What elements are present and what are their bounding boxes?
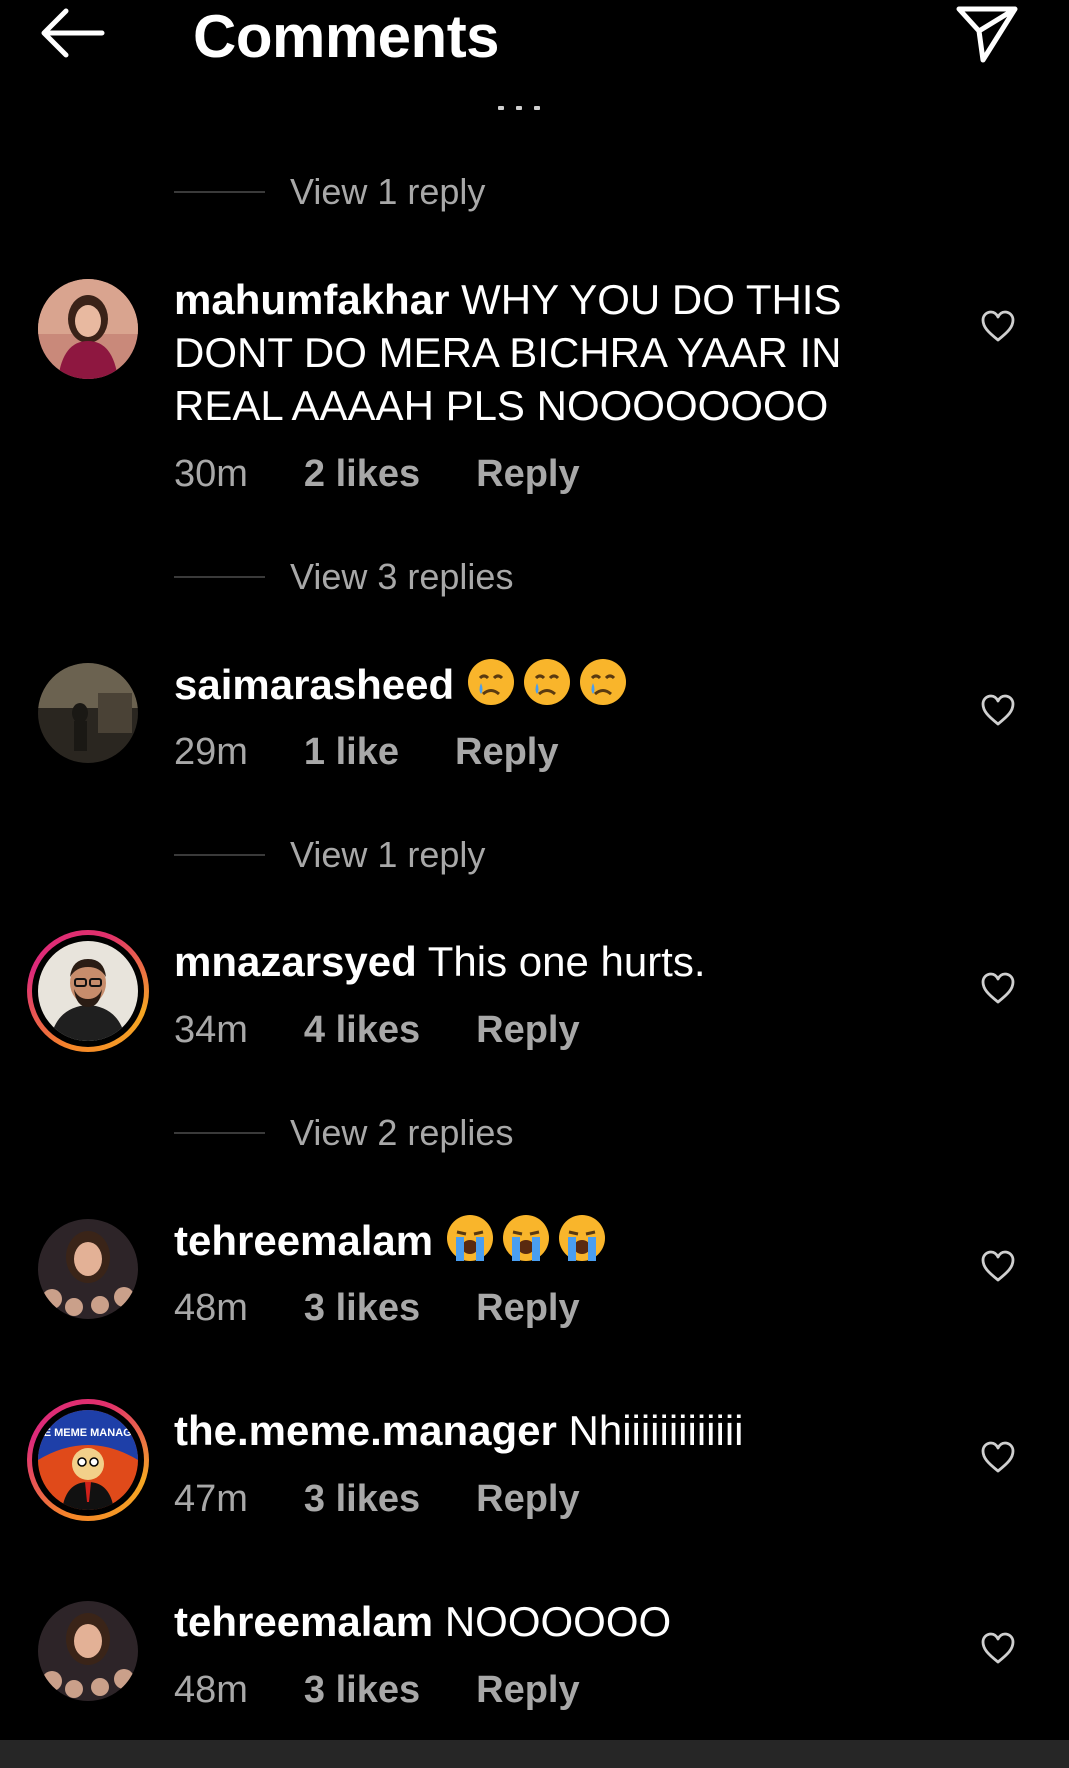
comment-likes[interactable]: 3 likes bbox=[304, 1287, 420, 1330]
view-replies-link[interactable]: View 1 reply bbox=[174, 830, 485, 880]
crying-face-emoji-group bbox=[466, 659, 634, 708]
like-button[interactable] bbox=[980, 1630, 1016, 1666]
avatar-image bbox=[38, 1601, 138, 1701]
view-replies-link[interactable]: View 3 replies bbox=[174, 552, 513, 602]
comment-text: mnazarsyed This one hurts. bbox=[174, 935, 874, 988]
comment-time: 29m bbox=[174, 730, 248, 773]
comment-username[interactable]: mnazarsyed bbox=[174, 938, 417, 985]
comment-likes[interactable]: 2 likes bbox=[304, 453, 420, 496]
page-title: Comments bbox=[193, 3, 500, 70]
avatar[interactable] bbox=[27, 930, 149, 1052]
reply-button[interactable]: Reply bbox=[476, 1009, 579, 1052]
avatar[interactable] bbox=[38, 279, 138, 379]
view-replies-label: View 1 reply bbox=[290, 834, 486, 875]
avatar[interactable] bbox=[38, 1601, 138, 1701]
reply-button[interactable]: Reply bbox=[476, 453, 579, 496]
loudly-crying-face-emoji bbox=[502, 1215, 549, 1261]
like-button[interactable] bbox=[980, 1439, 1016, 1475]
avatar[interactable] bbox=[38, 663, 138, 763]
avatar-image bbox=[38, 941, 138, 1041]
comment-text: tehreemalam NOOOOOO bbox=[174, 1595, 874, 1648]
comment-likes[interactable]: 3 likes bbox=[304, 1478, 420, 1521]
avatar-logo-text: THE MEME MANAGER bbox=[38, 1427, 138, 1439]
comment-text: mahumfakhar WHY YOU DO THIS DONT DO MERA… bbox=[174, 273, 874, 432]
reply-button[interactable]: Reply bbox=[455, 731, 558, 774]
comment-meta: 48m 3 likes Reply bbox=[174, 1286, 580, 1330]
reply-divider-line bbox=[174, 576, 265, 578]
heart-icon bbox=[981, 972, 1015, 1004]
arrow-left-icon bbox=[41, 8, 105, 58]
reply-divider-line bbox=[174, 854, 265, 856]
comment-text: the.meme.manager Nhiiiiiiiiiiiii bbox=[174, 1404, 874, 1457]
reply-button[interactable]: Reply bbox=[476, 1478, 579, 1521]
heart-icon bbox=[981, 694, 1015, 726]
reply-divider-line bbox=[174, 1132, 265, 1134]
like-button[interactable] bbox=[980, 970, 1016, 1006]
avatar[interactable] bbox=[38, 1219, 138, 1319]
comment-meta: 34m 4 likes Reply bbox=[174, 1008, 580, 1052]
comment-meta: 29m 1 like Reply bbox=[174, 730, 558, 774]
comment-time: 34m bbox=[174, 1008, 248, 1051]
crying-face-emoji bbox=[467, 659, 514, 705]
comment-username[interactable]: mahumfakhar bbox=[174, 276, 449, 323]
bottom-input-bar[interactable] bbox=[0, 1740, 1069, 1768]
comment-likes[interactable]: 4 likes bbox=[304, 1009, 420, 1052]
avatar-image: THE MEME MANAGER bbox=[38, 1410, 138, 1510]
heart-icon bbox=[981, 1250, 1015, 1282]
heart-icon bbox=[981, 1441, 1015, 1473]
avatar[interactable]: THE MEME MANAGER bbox=[27, 1399, 149, 1521]
comment-time: 48m bbox=[174, 1286, 248, 1329]
comment-username[interactable]: tehreemalam bbox=[174, 1217, 433, 1264]
view-replies-label: View 3 replies bbox=[290, 556, 514, 597]
reply-button[interactable]: Reply bbox=[476, 1287, 579, 1330]
comment-time: 30m bbox=[174, 452, 248, 495]
comment-likes[interactable]: 1 like bbox=[304, 731, 399, 774]
view-replies-label: View 1 reply bbox=[290, 171, 486, 212]
comment-time: 48m bbox=[174, 1668, 248, 1711]
loudly-crying-face-emoji-group bbox=[445, 1215, 613, 1264]
loudly-crying-face-emoji bbox=[558, 1215, 605, 1261]
like-button[interactable] bbox=[980, 1248, 1016, 1284]
comment-likes[interactable]: 3 likes bbox=[304, 1669, 420, 1712]
share-button[interactable] bbox=[955, 4, 1019, 68]
avatar-image bbox=[38, 1219, 138, 1319]
avatar-image bbox=[38, 663, 138, 763]
view-replies-link[interactable]: View 2 replies bbox=[174, 1108, 513, 1158]
like-button[interactable] bbox=[980, 308, 1016, 344]
comment-meta: 48m 3 likes Reply bbox=[174, 1668, 580, 1712]
comment-time: 47m bbox=[174, 1477, 248, 1520]
clipped-text-fragment bbox=[498, 106, 548, 112]
like-button[interactable] bbox=[980, 692, 1016, 728]
crying-face-emoji bbox=[523, 659, 570, 705]
comment-username[interactable]: tehreemalam bbox=[174, 1598, 433, 1645]
comment-text: tehreemalam bbox=[174, 1213, 874, 1267]
comment-text: saimarasheed bbox=[174, 657, 874, 711]
comment-body: This one hurts. bbox=[427, 938, 706, 985]
crying-face-emoji bbox=[579, 659, 626, 705]
avatar-image bbox=[38, 279, 138, 379]
reply-divider-line bbox=[174, 191, 265, 193]
view-replies-label: View 2 replies bbox=[290, 1112, 514, 1153]
view-replies-link[interactable]: View 1 reply bbox=[174, 167, 485, 217]
comment-meta: 30m 2 likes Reply bbox=[174, 452, 580, 496]
comment-username[interactable]: saimarasheed bbox=[174, 661, 454, 708]
loudly-crying-face-emoji bbox=[446, 1215, 493, 1261]
comment-body: NOOOOOO bbox=[444, 1598, 672, 1645]
reply-button[interactable]: Reply bbox=[476, 1669, 579, 1712]
header-bar: Comments bbox=[0, 0, 1069, 90]
paper-plane-icon bbox=[956, 6, 1018, 63]
heart-icon bbox=[981, 310, 1015, 342]
comment-username[interactable]: the.meme.manager bbox=[174, 1407, 557, 1454]
comment-meta: 47m 3 likes Reply bbox=[174, 1477, 580, 1521]
back-button[interactable] bbox=[40, 8, 106, 58]
comment-body: Nhiiiiiiiiiiiii bbox=[568, 1407, 744, 1454]
heart-icon bbox=[981, 1632, 1015, 1664]
